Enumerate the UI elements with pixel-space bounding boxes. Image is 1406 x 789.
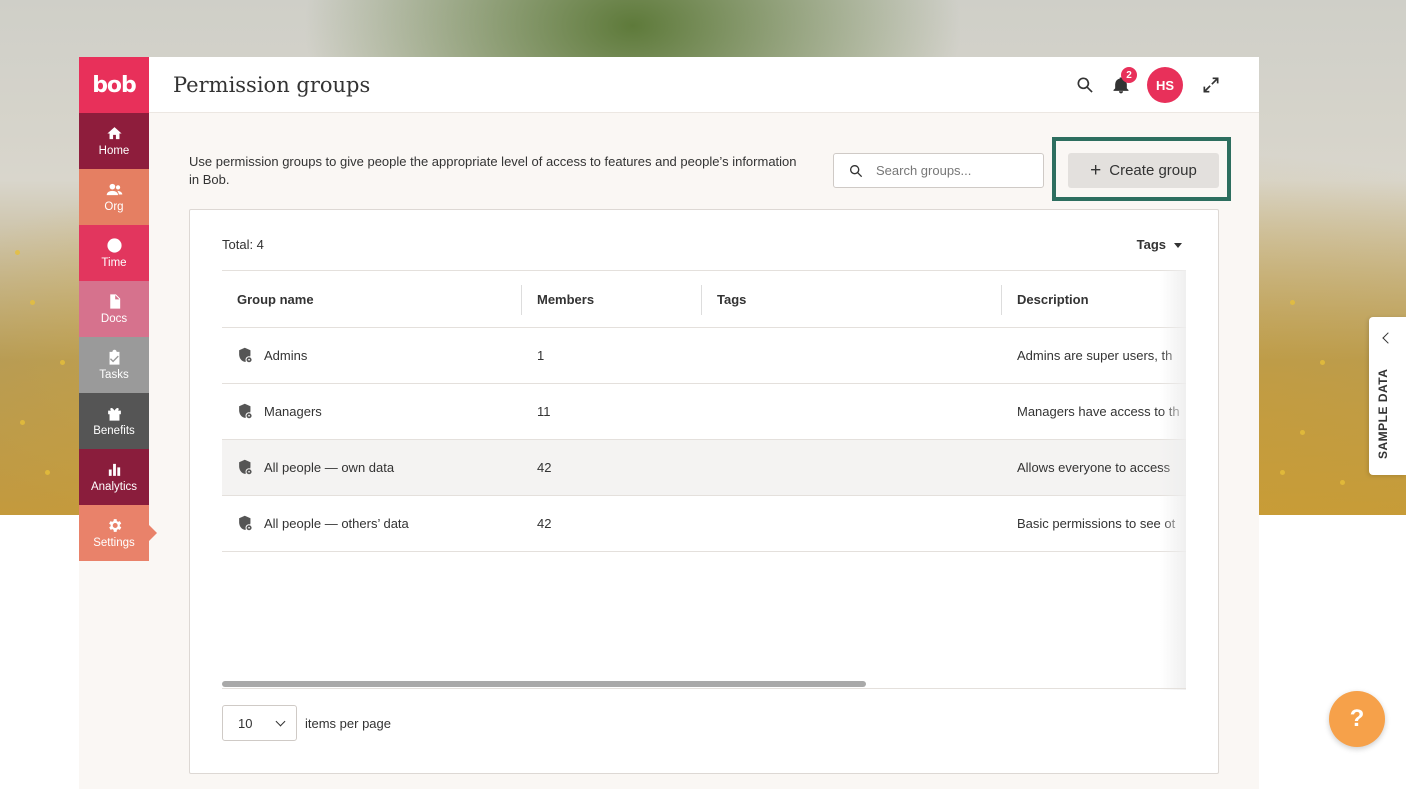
bob-logo[interactable]: bob bbox=[79, 57, 149, 113]
avatar[interactable]: HS bbox=[1147, 67, 1183, 103]
caret-down-icon bbox=[1174, 243, 1182, 248]
tags-cell bbox=[702, 383, 1002, 440]
total-count: Total: 4 bbox=[222, 237, 264, 252]
sidebar-item-settings[interactable]: Settings bbox=[79, 505, 157, 561]
app-window: bob Home Org Time Docs Tasks Benefits An… bbox=[79, 57, 1259, 789]
sidebar-item-time[interactable]: Time bbox=[79, 225, 149, 281]
shield-lock-icon bbox=[239, 459, 253, 476]
logo-text: bob bbox=[92, 72, 137, 98]
page-title: Permission groups bbox=[173, 72, 371, 97]
table-header-row: Group name Members Tags Description bbox=[222, 270, 1186, 328]
sidebar-item-label: Analytics bbox=[90, 481, 138, 493]
column-header-description[interactable]: Description bbox=[1002, 270, 1186, 328]
create-group-label: Create group bbox=[1109, 162, 1197, 179]
pagination: 10 items per page bbox=[222, 705, 391, 741]
members-cell: 42 bbox=[522, 439, 702, 496]
sidebar-item-home[interactable]: Home bbox=[79, 113, 149, 169]
sidebar-item-label: Docs bbox=[100, 313, 128, 325]
active-indicator bbox=[149, 525, 157, 541]
group-name[interactable]: Managers bbox=[264, 404, 322, 419]
search-input[interactable] bbox=[876, 163, 1026, 178]
plus-icon: + bbox=[1090, 160, 1102, 181]
sidebar-item-org[interactable]: Org bbox=[79, 169, 149, 225]
members-cell: 1 bbox=[522, 327, 702, 384]
table-row[interactable]: All people — others’ data 42 Basic permi… bbox=[222, 495, 1186, 552]
clock-icon bbox=[106, 238, 122, 253]
table-scroll-fade bbox=[1160, 270, 1186, 690]
table-row[interactable]: Admins 1 Admins are super users, th bbox=[222, 327, 1186, 384]
shield-lock-icon bbox=[239, 403, 253, 420]
description-cell: Allows everyone to access bbox=[1002, 439, 1186, 496]
tags-cell bbox=[702, 327, 1002, 384]
sidebar-item-label: Benefits bbox=[93, 425, 135, 437]
column-header-members[interactable]: Members bbox=[522, 270, 702, 328]
scrollbar-thumb[interactable] bbox=[222, 681, 866, 687]
expand-button[interactable] bbox=[1193, 67, 1229, 103]
search-icon bbox=[1077, 77, 1093, 93]
sidebar-item-analytics[interactable]: Analytics bbox=[79, 449, 149, 505]
document-icon bbox=[109, 294, 120, 309]
groups-table: Group name Members Tags Description Admi… bbox=[222, 270, 1186, 552]
tags-filter-label: Tags bbox=[1136, 237, 1166, 252]
search-button[interactable] bbox=[1067, 67, 1103, 103]
notification-badge: 2 bbox=[1121, 67, 1137, 83]
sidebar: bob Home Org Time Docs Tasks Benefits An… bbox=[79, 57, 157, 561]
table-row[interactable]: All people — own data 42 Allows everyone… bbox=[222, 439, 1186, 496]
tags-filter-dropdown[interactable]: Tags bbox=[1137, 237, 1182, 252]
group-name[interactable]: All people — own data bbox=[264, 460, 394, 475]
people-icon bbox=[106, 183, 122, 196]
sidebar-item-label: Org bbox=[104, 201, 124, 213]
chevron-down-icon bbox=[275, 716, 286, 726]
group-name-cell: Admins bbox=[222, 327, 522, 384]
sidebar-item-benefits[interactable]: Benefits bbox=[79, 393, 149, 449]
items-per-page-label: items per page bbox=[305, 715, 391, 731]
description-cell: Admins are super users, th bbox=[1002, 327, 1186, 384]
group-name[interactable]: Admins bbox=[264, 348, 307, 363]
expand-icon bbox=[1203, 77, 1219, 93]
column-header-tags[interactable]: Tags bbox=[702, 270, 1002, 328]
group-name[interactable]: All people — others’ data bbox=[264, 516, 409, 531]
sidebar-item-tasks[interactable]: Tasks bbox=[79, 337, 149, 393]
description-cell: Managers have access to th bbox=[1002, 383, 1186, 440]
horizontal-scrollbar[interactable] bbox=[222, 681, 1186, 689]
intro-text: Use permission groups to give people the… bbox=[189, 154, 797, 187]
sidebar-item-docs[interactable]: Docs bbox=[79, 281, 149, 337]
chevron-left-icon bbox=[1382, 332, 1394, 344]
tags-cell bbox=[702, 495, 1002, 552]
notifications-button[interactable]: 2 bbox=[1103, 67, 1139, 103]
bar-chart-icon bbox=[108, 463, 120, 476]
top-bar: Permission groups 2 HS bbox=[149, 57, 1259, 113]
help-button[interactable]: ? bbox=[1329, 691, 1385, 747]
shield-lock-icon bbox=[239, 347, 253, 364]
groups-card: Total: 4 Tags Group name Members Tags De… bbox=[189, 209, 1219, 774]
group-name-cell: All people — own data bbox=[222, 439, 522, 496]
sidebar-item-label: Home bbox=[98, 145, 130, 157]
gift-icon bbox=[107, 407, 121, 421]
sidebar-item-label: Settings bbox=[93, 537, 135, 549]
tags-cell bbox=[702, 439, 1002, 496]
table-row[interactable]: Managers 11 Managers have access to th bbox=[222, 383, 1186, 440]
column-header-group-name[interactable]: Group name bbox=[222, 270, 522, 328]
top-actions: 2 HS bbox=[1067, 67, 1229, 103]
group-name-cell: Managers bbox=[222, 383, 522, 440]
home-icon bbox=[106, 127, 122, 140]
group-name-cell: All people — others’ data bbox=[222, 495, 522, 552]
sidebar-item-label: Tasks bbox=[99, 369, 129, 381]
sidebar-item-label: Time bbox=[101, 257, 127, 269]
create-group-button[interactable]: + Create group bbox=[1068, 153, 1219, 188]
shield-lock-icon bbox=[239, 515, 253, 532]
members-cell: 42 bbox=[522, 495, 702, 552]
page-size-select[interactable]: 10 bbox=[222, 705, 297, 741]
sample-data-label: SAMPLE DATA bbox=[1376, 368, 1390, 459]
sample-data-tab[interactable]: SAMPLE DATA bbox=[1369, 317, 1406, 475]
description-cell: Basic permissions to see ot bbox=[1002, 495, 1186, 552]
gear-icon bbox=[108, 519, 121, 532]
groups-table-container: Group name Members Tags Description Admi… bbox=[222, 270, 1186, 690]
clipboard-check-icon bbox=[109, 349, 119, 365]
page-size-value: 10 bbox=[238, 715, 253, 731]
search-icon bbox=[850, 164, 863, 177]
members-cell: 11 bbox=[522, 383, 702, 440]
search-groups-field[interactable] bbox=[833, 153, 1044, 188]
